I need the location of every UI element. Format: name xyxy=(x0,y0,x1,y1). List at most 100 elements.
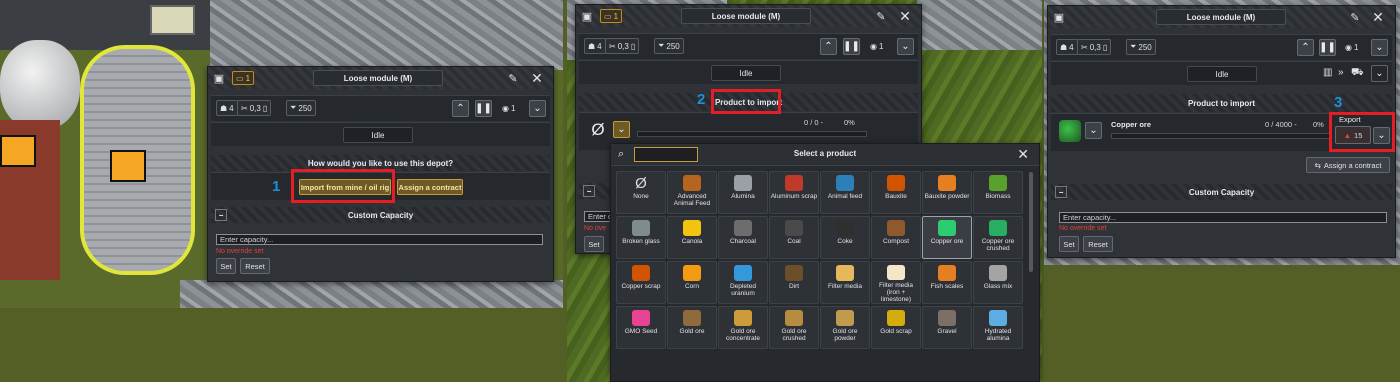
pause-button[interactable]: ❚❚ xyxy=(475,100,492,117)
product-icon xyxy=(785,310,803,326)
pin-icon[interactable]: ✎ xyxy=(506,71,520,85)
product-option[interactable]: Gold ore concentrate xyxy=(718,306,768,349)
pause-button[interactable]: ❚❚ xyxy=(843,38,860,55)
set-button[interactable]: Set xyxy=(584,236,604,252)
priority-stat[interactable]: ◉ 1 xyxy=(867,38,886,54)
product-option[interactable]: Bauxite powder xyxy=(922,171,972,214)
expand-button[interactable]: ⌄ xyxy=(529,100,546,117)
product-option[interactable]: Depleted uranium xyxy=(718,261,768,304)
worker-icon: ☗ xyxy=(220,103,228,113)
battery-icon: ▯ xyxy=(1102,42,1108,52)
product-option[interactable]: Animal feed xyxy=(820,171,870,214)
expand-button[interactable]: ⌄ xyxy=(1371,39,1388,56)
step-1-label: 1 xyxy=(272,178,281,195)
product-label: Animal feed xyxy=(827,193,863,200)
product-option[interactable]: Gold ore xyxy=(667,306,717,349)
workers-stat: ☗ 4 xyxy=(584,38,606,54)
product-label: None xyxy=(633,193,649,200)
product-selector: ⌕ Select a product ✕ Ø None Advanced Anima… xyxy=(610,143,1040,382)
product-option[interactable]: Charcoal xyxy=(718,216,768,259)
product-icon xyxy=(887,175,905,191)
close-icon[interactable]: ✕ xyxy=(897,8,913,24)
upgrade-button[interactable]: ⌃ xyxy=(452,100,469,117)
product-option[interactable]: Copper scrap xyxy=(616,261,666,304)
assign-contract-button[interactable]: Assign a contract xyxy=(397,179,463,195)
product-option[interactable]: Copper ore xyxy=(922,216,972,259)
vehicle-tag[interactable]: ▭ 1 xyxy=(232,71,255,85)
product-icon xyxy=(836,175,854,191)
product-option[interactable]: Coal xyxy=(769,216,819,259)
product-option[interactable]: Gold scrap xyxy=(871,306,921,349)
product-option[interactable]: Biomass xyxy=(973,171,1023,214)
priority-stat[interactable]: ◉ 1 xyxy=(1342,39,1361,55)
product-label: Copper ore xyxy=(930,238,964,245)
upgrade-button[interactable]: ⌃ xyxy=(1297,39,1314,56)
pin-icon[interactable]: ✎ xyxy=(1348,10,1362,24)
product-option[interactable]: Filter media (iron + limestone) xyxy=(871,261,921,304)
set-button[interactable]: Set xyxy=(216,258,236,274)
product-option[interactable]: Aluminum scrap xyxy=(769,171,819,214)
product-option[interactable]: Canola xyxy=(667,216,717,259)
collapse-icon[interactable]: − xyxy=(1055,186,1067,198)
close-icon[interactable]: ✕ xyxy=(529,70,545,86)
vehicle-tag[interactable]: ▭ 1 xyxy=(600,9,623,23)
worker-icon: ☗ xyxy=(588,41,596,51)
assign-contract-button[interactable]: ⇆ Assign a contract xyxy=(1306,157,1390,173)
factory-icon: ▥ xyxy=(1323,67,1333,78)
product-icon xyxy=(887,265,905,280)
product-dropdown-button[interactable]: ⌄ xyxy=(613,121,630,138)
product-option[interactable]: Gold ore crushed xyxy=(769,306,819,349)
product-option[interactable]: Compost xyxy=(871,216,921,259)
product-option[interactable]: Copper ore crushed xyxy=(973,216,1023,259)
collapse-icon[interactable]: − xyxy=(583,185,595,197)
workers-stat: ☗ 4 xyxy=(216,100,238,116)
close-icon[interactable]: ✕ xyxy=(1370,9,1386,25)
notification-icon[interactable]: ▣ xyxy=(580,9,594,23)
custom-capacity-header: − Custom Capacity xyxy=(1051,184,1392,200)
product-option[interactable]: Gold ore powder xyxy=(820,306,870,349)
product-option[interactable]: GMO Seed xyxy=(616,306,666,349)
product-label: Gold ore xyxy=(679,328,705,335)
product-dropdown-button[interactable]: ⌄ xyxy=(1085,122,1102,139)
pin-icon[interactable]: ✎ xyxy=(874,9,888,23)
pause-button[interactable]: ❚❚ xyxy=(1319,39,1336,56)
product-icon xyxy=(887,220,905,236)
collapse-icon[interactable]: − xyxy=(215,209,227,221)
product-option[interactable]: Alumina xyxy=(718,171,768,214)
tools-icon: ✂ xyxy=(609,41,616,51)
product-option[interactable]: Ø None xyxy=(616,171,666,214)
product-icon xyxy=(836,220,854,236)
filter-icon: ⏷ xyxy=(290,103,297,112)
selector-header: ⌕ Select a product ✕ xyxy=(611,144,1039,166)
product-option[interactable]: Bauxite xyxy=(871,171,921,214)
capacity-input[interactable]: Enter capacity... xyxy=(1059,212,1387,223)
product-label: Depleted uranium xyxy=(729,283,757,298)
product-option[interactable]: Fish scales xyxy=(922,261,972,304)
scrollbar[interactable] xyxy=(1029,172,1033,272)
product-option[interactable]: Dirt xyxy=(769,261,819,304)
priority-stat[interactable]: ◉ 1 xyxy=(499,100,518,116)
upgrade-button[interactable]: ⌃ xyxy=(820,38,837,55)
product-option[interactable]: Coke xyxy=(820,216,870,259)
product-icon xyxy=(989,175,1007,191)
product-option[interactable]: Gravel xyxy=(922,306,972,349)
product-option[interactable]: Broken glass xyxy=(616,216,666,259)
product-option[interactable]: Filter media xyxy=(820,261,870,304)
close-icon[interactable]: ✕ xyxy=(1017,146,1029,163)
route-dropdown-button[interactable]: ⌄ xyxy=(1371,65,1388,82)
notification-icon[interactable]: ▣ xyxy=(212,71,226,85)
product-option[interactable]: Glass mix xyxy=(973,261,1023,304)
notification-icon[interactable]: ▣ xyxy=(1052,10,1066,24)
panel-header: ▣ ▭ 1 Loose module (M) ✎ ✕ xyxy=(576,5,921,27)
reset-button[interactable]: Reset xyxy=(240,258,270,274)
maintenance-stat: ✂ 0,3 ▯ xyxy=(1077,39,1112,55)
expand-button[interactable]: ⌄ xyxy=(897,38,914,55)
product-option[interactable]: Advanced Animal Feed xyxy=(667,171,717,214)
reset-button[interactable]: Reset xyxy=(1083,236,1113,252)
units-stat: ⏷ 250 xyxy=(1126,39,1156,55)
product-label: Compost xyxy=(882,238,909,245)
product-option[interactable]: Hydrated alumina xyxy=(973,306,1023,349)
product-option[interactable]: Corn xyxy=(667,261,717,304)
set-button[interactable]: Set xyxy=(1059,236,1079,252)
capacity-input[interactable]: Enter capacity... xyxy=(216,234,543,245)
